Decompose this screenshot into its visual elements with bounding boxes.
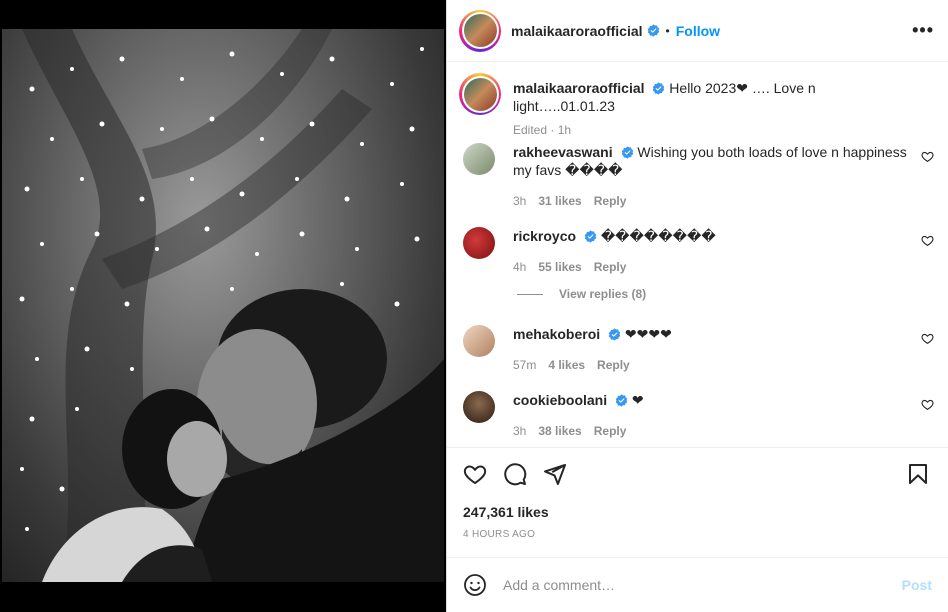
separator-dot: • bbox=[665, 23, 670, 38]
heart-icon[interactable] bbox=[463, 462, 487, 486]
comment-item: mehakoberoi ❤❤❤❤ 57m 4 likes Reply bbox=[463, 325, 934, 374]
replies-divider bbox=[517, 293, 543, 295]
comment-username[interactable]: rakheevaswani bbox=[513, 144, 613, 160]
comment-item: cookieboolani ❤ 3h 38 likes Reply bbox=[463, 391, 934, 440]
comments-list: malaikaaroraofficial Hello 2023❤ …. Love… bbox=[447, 63, 948, 447]
post-header: malaikaaroraofficial • Follow ••• bbox=[447, 0, 948, 62]
likes-count[interactable]: 247,361 likes bbox=[463, 504, 549, 520]
commenter-avatar[interactable] bbox=[463, 325, 495, 357]
post-details-panel: malaikaaroraofficial • Follow ••• malaik… bbox=[446, 0, 948, 612]
like-comment-heart-icon[interactable] bbox=[921, 332, 934, 345]
reply-button[interactable]: Reply bbox=[594, 422, 627, 440]
photo-illustration bbox=[19, 29, 444, 582]
post-actions: 247,361 likes 4 HOURS AGO bbox=[447, 447, 948, 557]
comment-likes[interactable]: 55 likes bbox=[538, 258, 581, 276]
verified-badge-icon bbox=[647, 24, 660, 37]
photo-pane bbox=[0, 0, 446, 612]
share-icon[interactable] bbox=[543, 462, 567, 486]
author-avatar[interactable] bbox=[459, 9, 501, 52]
commenter-avatar[interactable] bbox=[463, 143, 495, 175]
like-comment-heart-icon[interactable] bbox=[921, 234, 934, 247]
view-replies-label: View replies (8) bbox=[559, 287, 647, 301]
more-options-icon[interactable]: ••• bbox=[912, 20, 934, 41]
caption-avatar[interactable] bbox=[459, 73, 501, 115]
commenter-avatar[interactable] bbox=[463, 227, 495, 259]
verified-badge-icon bbox=[584, 230, 597, 243]
comment-time[interactable]: 3h bbox=[513, 422, 526, 440]
caption-username[interactable]: malaikaaroraofficial bbox=[513, 80, 645, 96]
caption-meta: Edited · 1h bbox=[513, 123, 572, 137]
reply-button[interactable]: Reply bbox=[594, 192, 627, 210]
post-timestamp[interactable]: 4 HOURS AGO bbox=[463, 529, 535, 540]
comment-username[interactable]: rickroyco bbox=[513, 228, 576, 244]
verified-badge-icon bbox=[615, 394, 628, 407]
comment-item: rakheevaswani Wishing you both loads of … bbox=[463, 143, 934, 210]
post-comment-button[interactable]: Post bbox=[902, 577, 932, 593]
comment-likes[interactable]: 31 likes bbox=[538, 192, 581, 210]
verified-badge-icon bbox=[608, 328, 621, 341]
emoji-icon[interactable] bbox=[463, 573, 487, 597]
verified-badge-icon bbox=[652, 82, 665, 95]
comment-text: ❤ bbox=[631, 392, 644, 408]
author-username[interactable]: malaikaaroraofficial bbox=[511, 23, 643, 39]
comment-input[interactable] bbox=[503, 577, 902, 593]
follow-button[interactable]: Follow bbox=[676, 23, 720, 39]
comment-text: ❤❤❤❤ bbox=[624, 326, 672, 342]
like-comment-heart-icon[interactable] bbox=[921, 150, 934, 163]
comment-time[interactable]: 57m bbox=[513, 356, 536, 374]
verified-badge-icon bbox=[621, 146, 634, 159]
comment-time[interactable]: 4h bbox=[513, 258, 526, 276]
add-comment-bar: Post bbox=[447, 557, 948, 612]
like-comment-heart-icon[interactable] bbox=[921, 398, 934, 411]
commenter-avatar[interactable] bbox=[463, 391, 495, 423]
bookmark-icon[interactable] bbox=[906, 462, 930, 486]
comment-likes[interactable]: 4 likes bbox=[548, 356, 585, 374]
comment-item: rickroyco �������� 4h 55 likes Reply bbox=[463, 227, 934, 276]
view-replies-button[interactable]: View replies (8) bbox=[517, 287, 646, 301]
comment-icon[interactable] bbox=[503, 462, 527, 486]
post-photo[interactable] bbox=[2, 29, 444, 582]
comment-username[interactable]: mehakoberoi bbox=[513, 326, 600, 342]
comment-username[interactable]: cookieboolani bbox=[513, 392, 607, 408]
caption: malaikaaroraofficial Hello 2023❤ …. Love… bbox=[459, 73, 934, 139]
comment-likes[interactable]: 38 likes bbox=[538, 422, 581, 440]
reply-button[interactable]: Reply bbox=[597, 356, 630, 374]
reply-button[interactable]: Reply bbox=[594, 258, 627, 276]
comment-text: �������� bbox=[600, 228, 716, 244]
comment-time[interactable]: 3h bbox=[513, 192, 526, 210]
